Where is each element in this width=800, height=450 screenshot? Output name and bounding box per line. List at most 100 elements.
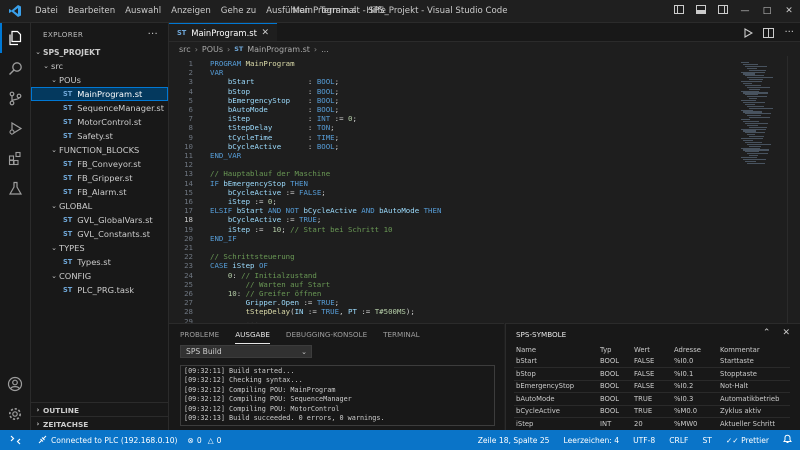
chevron-down-icon: ⌄ — [51, 146, 57, 154]
maximize-icon[interactable]: □ — [756, 6, 778, 16]
tab-probleme[interactable]: PROBLEME — [180, 330, 219, 339]
output-line: [09:32:13] Build succeeded. 0 errors, 0 … — [184, 414, 385, 423]
encoding[interactable]: UTF-8 — [633, 436, 655, 445]
tree-item-label: SequenceManager.st — [77, 103, 164, 113]
tab-ausgabe[interactable]: AUSGABE — [235, 330, 270, 344]
menu-terminal[interactable]: Terminal — [315, 6, 361, 16]
tab-debugging-konsole[interactable]: DEBUGGING-KONSOLE — [286, 330, 367, 339]
output-line: [09:32:12] Compiling POU: MainProgram — [184, 385, 336, 394]
menu-anzeigen[interactable]: Anzeigen — [166, 6, 216, 16]
symbol-row[interactable]: bCycleActive BOOL TRUE %M0.0 Zyklus aktiv — [514, 404, 790, 418]
tree-file[interactable]: ST FB_Conveyor.st — [31, 157, 168, 171]
line-ending[interactable]: CRLF — [669, 436, 688, 445]
remote-indicator-icon[interactable] — [0, 430, 30, 450]
project-root[interactable]: ⌄ SPS_PROJEKT — [31, 45, 168, 59]
minimap[interactable] — [737, 56, 787, 323]
code-editor[interactable]: 1 PROGRAM MainProgram 2 VAR 3 bStart : BOOL;… — [169, 56, 737, 323]
code-text: bCycleActive : BOOL; — [227, 141, 340, 151]
more-actions-icon[interactable]: ··· — [148, 29, 158, 40]
symbol-row[interactable]: bStart BOOL FALSE %I0.0 Starttaste — [514, 356, 790, 368]
breadcrumb-src[interactable]: src — [179, 45, 191, 54]
line-number: 6 — [188, 105, 193, 114]
tree-file[interactable]: ST Safety.st — [31, 129, 168, 143]
more-actions-icon[interactable]: ··· — [784, 27, 794, 38]
st-file-icon: ST — [63, 174, 73, 182]
symbol-row[interactable]: bEmergencyStop BOOL FALSE %I0.2 Not-Halt — [514, 379, 790, 393]
panel-toggle-icon[interactable] — [690, 5, 712, 17]
tree-file[interactable]: ST MainProgram.st — [31, 87, 168, 101]
line-number: 4 — [188, 86, 193, 96]
st-file-icon: ST — [63, 118, 73, 126]
breadcrumb-symbol[interactable]: ... — [321, 45, 329, 54]
tree-file[interactable]: ST FB_Alarm.st — [31, 185, 168, 199]
symbols-panel: SPS-SYMBOLE ⌃ ✕ Name Typ Wert Adresse Ko… — [505, 323, 800, 430]
symbol-cell: %MW0 — [672, 417, 718, 430]
layout-toggle-icon[interactable] — [668, 5, 690, 17]
col-name: Name — [516, 345, 537, 354]
outline-section[interactable]: › OUTLINE — [31, 402, 168, 417]
run-icon[interactable] — [743, 23, 754, 42]
symbol-row[interactable]: bAutoMode BOOL TRUE %I0.3 Automatikbetrieb — [514, 392, 790, 405]
menu-ausfuehren[interactable]: Ausführen — [261, 6, 315, 16]
menu-hilfe[interactable]: Hilfe — [361, 6, 391, 16]
tab-mainprogram[interactable]: ST MainProgram.st ✕ — [169, 23, 277, 41]
editor-scrollbar[interactable] — [787, 56, 800, 323]
tree-file[interactable]: ST FB_Gripper.st — [31, 171, 168, 185]
timeline-section[interactable]: › ZEITACHSE — [31, 416, 168, 431]
tree-file[interactable]: ST Types.st — [31, 255, 168, 269]
symbol-cell: BOOL — [598, 392, 632, 405]
menu-gehe-zu[interactable]: Gehe zu — [216, 6, 261, 16]
collapse-icon[interactable]: ⌃ — [763, 328, 771, 338]
run-debug-icon[interactable] — [0, 113, 30, 143]
notifications-bell-icon[interactable] — [783, 434, 792, 446]
settings-gear-icon[interactable] — [0, 399, 30, 429]
cursor-position[interactable]: Zeile 18, Spalte 25 — [478, 436, 550, 445]
minimize-icon[interactable]: — — [734, 6, 756, 16]
tree-folder[interactable]: ⌄ CONFIG — [31, 269, 168, 283]
symbol-row[interactable]: bStop BOOL FALSE %I0.1 Stopptaste — [514, 367, 790, 380]
st-file-icon: ST — [63, 160, 73, 168]
tree-file[interactable]: ST PLC_PRG.task — [31, 283, 168, 297]
plc-connection-status[interactable]: Connected to PLC (192.168.0.10) — [38, 435, 178, 446]
split-editor-icon[interactable] — [763, 23, 775, 42]
symbol-row[interactable]: iStep INT 20 %MW0 Aktueller Schritt — [514, 417, 790, 430]
menu-datei[interactable]: Datei — [30, 6, 63, 16]
menu-auswahl[interactable]: Auswahl — [120, 6, 166, 16]
close-icon[interactable]: ✕ — [778, 6, 800, 16]
account-icon[interactable] — [0, 369, 30, 399]
output-channel-select[interactable]: SPS Build ⌄ — [180, 345, 312, 358]
tree-file[interactable]: ST SequenceManager.st — [31, 101, 168, 115]
secondary-sidebar-toggle-icon[interactable] — [712, 5, 734, 17]
problems-counter[interactable]: ⊗ 0 △ 0 — [188, 436, 222, 445]
search-icon[interactable] — [0, 53, 30, 83]
tree-file[interactable]: ST GVL_GlobalVars.st — [31, 213, 168, 227]
tree-folder[interactable]: ⌄ GLOBAL — [31, 199, 168, 213]
source-control-icon[interactable] — [0, 83, 30, 113]
tree-file[interactable]: ST MotorControl.st — [31, 115, 168, 129]
breadcrumb-file[interactable]: MainProgram.st — [247, 45, 310, 54]
line-number: 16 — [184, 197, 193, 206]
extensions-icon[interactable] — [0, 143, 30, 173]
tree-folder[interactable]: ⌄ POUs — [31, 73, 168, 87]
symbol-cell: bStop — [514, 367, 598, 380]
indentation[interactable]: Leerzeichen: 4 — [564, 436, 620, 445]
line-number: 1 — [188, 59, 193, 68]
tab-terminal[interactable]: TERMINAL — [383, 330, 420, 339]
breadcrumb-pous[interactable]: POUs — [202, 45, 223, 54]
tree-folder[interactable]: ⌄ TYPES — [31, 241, 168, 255]
language-mode[interactable]: ST — [702, 436, 711, 445]
col-adresse: Adresse — [674, 345, 701, 354]
explorer-icon[interactable] — [0, 23, 30, 53]
tree-folder[interactable]: ⌄ src — [31, 59, 168, 73]
st-file-icon: ST — [63, 230, 73, 238]
output-log: [09:32:11] Build started... [09:32:12] C… — [180, 365, 495, 426]
tree-file[interactable]: ST GVL_Constants.st — [31, 227, 168, 241]
chevron-down-icon: ⌄ — [51, 244, 57, 252]
symbol-cell: TRUE — [632, 404, 672, 418]
prettier-status[interactable]: ✓✓ Prettier — [726, 436, 769, 445]
menu-bearbeiten[interactable]: Bearbeiten — [63, 6, 120, 16]
tree-folder[interactable]: ⌄ FUNCTION_BLOCKS — [31, 143, 168, 157]
close-icon[interactable]: ✕ — [782, 328, 790, 338]
tab-close-icon[interactable]: ✕ — [261, 28, 269, 38]
testing-flask-icon[interactable] — [0, 173, 30, 203]
